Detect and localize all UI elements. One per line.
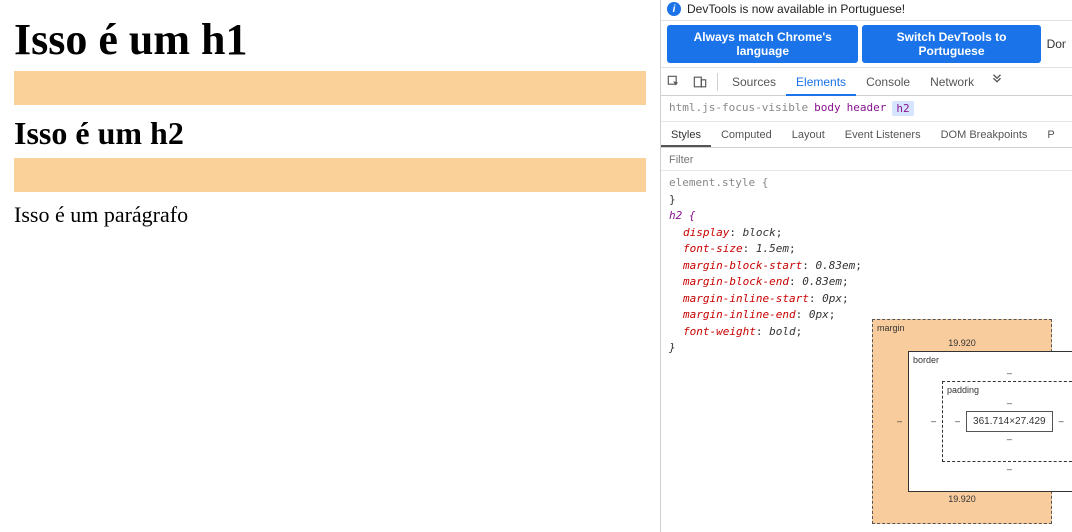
- dont-show-text[interactable]: Don: [1047, 37, 1066, 51]
- page-paragraph: Isso é um parágrafo: [14, 202, 646, 228]
- subtab-computed[interactable]: Computed: [711, 123, 782, 147]
- border-label: border: [913, 354, 939, 368]
- switch-to-portuguese-button[interactable]: Switch DevTools to Portuguese: [862, 25, 1040, 63]
- highlight-bar-2: [14, 158, 646, 192]
- border-left: –: [931, 415, 936, 429]
- info-bar: i DevTools is now available in Portugues…: [661, 0, 1072, 21]
- inspect-element-icon[interactable]: [661, 68, 687, 96]
- element-style-rule[interactable]: element.style {: [669, 175, 1064, 192]
- filter-input[interactable]: [669, 154, 1064, 166]
- tab-console[interactable]: Console: [856, 68, 920, 96]
- subtab-properties[interactable]: P: [1037, 123, 1064, 147]
- dom-breadcrumb: html.js-focus-visible body header h2: [661, 96, 1072, 122]
- devtools-panel: i DevTools is now available in Portugues…: [660, 0, 1072, 532]
- box-padding[interactable]: padding – – 361.714×27.429 – –: [942, 381, 1072, 462]
- padding-right: –: [1059, 415, 1064, 429]
- page-h2: Isso é um h2: [14, 115, 646, 152]
- filter-row: [661, 148, 1072, 171]
- subtab-dom-breakpoints[interactable]: DOM Breakpoints: [931, 123, 1038, 147]
- padding-bottom: –: [1007, 434, 1012, 444]
- margin-bottom: 19.920: [948, 494, 976, 504]
- devtools-toolbar: Sources Elements Console Network: [661, 68, 1072, 96]
- info-icon: i: [667, 2, 681, 16]
- prop-font-size[interactable]: font-size: 1.5em;: [683, 241, 1064, 258]
- page-h1: Isso é um h1: [14, 14, 646, 65]
- margin-top: 19.920: [948, 338, 976, 348]
- padding-top: –: [1007, 398, 1012, 408]
- language-bar: Always match Chrome's language Switch De…: [661, 21, 1072, 68]
- box-model[interactable]: margin 19.920 – border – – padding –: [872, 319, 1052, 524]
- breadcrumb-html[interactable]: html.js-focus-visible: [669, 101, 808, 116]
- margin-left: –: [897, 415, 902, 429]
- info-text: DevTools is now available in Portuguese!: [687, 2, 905, 16]
- breadcrumb-h2[interactable]: h2: [892, 101, 913, 116]
- tab-elements[interactable]: Elements: [786, 68, 856, 96]
- box-border[interactable]: border – – padding – – 361.714×27.429: [908, 351, 1072, 492]
- brace-close-1: }: [669, 192, 1064, 209]
- styles-subtabs: Styles Computed Layout Event Listeners D…: [661, 122, 1072, 148]
- border-bottom: –: [1007, 464, 1012, 474]
- box-margin[interactable]: margin 19.920 – border – – padding –: [872, 319, 1052, 524]
- prop-margin-block-end[interactable]: margin-block-end: 0.83em;: [683, 274, 1064, 291]
- prop-margin-inline-start[interactable]: margin-inline-start: 0px;: [683, 291, 1064, 308]
- prop-margin-block-start[interactable]: margin-block-start: 0.83em;: [683, 258, 1064, 275]
- breadcrumb-body[interactable]: body: [814, 101, 841, 116]
- padding-left: –: [955, 415, 960, 429]
- box-content[interactable]: 361.714×27.429: [966, 411, 1053, 432]
- padding-label: padding: [947, 384, 979, 398]
- tab-sources[interactable]: Sources: [722, 68, 786, 96]
- highlight-bar-1: [14, 71, 646, 105]
- styles-pane[interactable]: element.style { } h2 { display: block; f…: [661, 171, 1072, 532]
- toolbar-divider: [717, 73, 718, 91]
- main-tabs: Sources Elements Console Network: [722, 68, 1072, 96]
- h2-rule-selector[interactable]: h2 {: [669, 208, 1064, 225]
- border-top: –: [1007, 368, 1012, 378]
- page-content: Isso é um h1 Isso é um h2 Isso é um pará…: [0, 0, 660, 532]
- breadcrumb-header[interactable]: header: [847, 101, 887, 116]
- tab-network[interactable]: Network: [920, 68, 984, 96]
- margin-label: margin: [877, 322, 905, 336]
- match-chrome-language-button[interactable]: Always match Chrome's language: [667, 25, 858, 63]
- prop-display[interactable]: display: block;: [683, 225, 1064, 242]
- subtab-event-listeners[interactable]: Event Listeners: [835, 123, 931, 147]
- subtab-styles[interactable]: Styles: [661, 123, 711, 147]
- more-tabs-icon[interactable]: [984, 73, 1010, 90]
- subtab-layout[interactable]: Layout: [782, 123, 835, 147]
- device-toolbar-icon[interactable]: [687, 68, 713, 96]
